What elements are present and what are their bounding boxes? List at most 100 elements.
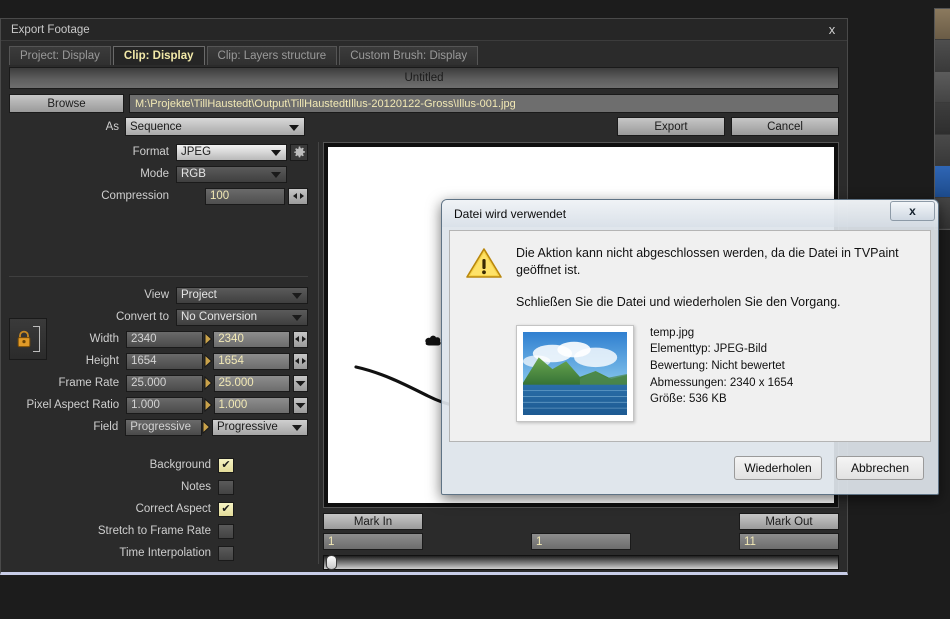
tool-palette-cell[interactable] [935, 71, 950, 104]
mark-value-row: 1 1 11 [323, 533, 839, 550]
tab-strip: Project: Display Clip: Display Clip: Lay… [1, 41, 847, 65]
pixel-aspect-dropdown[interactable] [293, 396, 308, 414]
pixel-aspect-ratio-row: Pixel Aspect Ratio 1.000 1.000 [1, 395, 318, 415]
lock-icon[interactable] [9, 318, 47, 360]
convert-to-dropdown[interactable]: No Conversion [176, 308, 308, 326]
arrow-right-icon [202, 420, 212, 434]
mark-out-input[interactable]: 11 [739, 533, 839, 550]
view-label: View [144, 289, 169, 301]
frame-rate-label: Frame Rate [58, 377, 120, 389]
mark-in-input[interactable]: 1 [323, 533, 423, 550]
abort-button[interactable]: Abbrechen [836, 456, 924, 480]
tab-clip-layers-structure[interactable]: Clip: Layers structure [206, 46, 338, 65]
tool-palette-cell[interactable] [935, 40, 950, 72]
tool-palette-cell[interactable] [935, 134, 950, 167]
correct-aspect-checkbox[interactable] [218, 501, 234, 517]
file-size: Größe: 536 KB [650, 393, 727, 406]
mark-out-button[interactable]: Mark Out [739, 513, 839, 530]
lock-bracket [33, 326, 40, 352]
file-dimensions: Abmessungen: 2340 x 1654 [650, 376, 794, 389]
field-label: Field [93, 421, 119, 433]
tool-palette-cell[interactable] [935, 9, 950, 41]
dialog-texts: Die Aktion kann nicht abgeschlossen werd… [516, 245, 914, 309]
timeline-slider[interactable] [323, 555, 839, 570]
timeline-thumb[interactable] [326, 555, 337, 570]
compression-input[interactable]: 100 [205, 187, 285, 205]
field-source-value: Progressive [125, 418, 202, 436]
field-dropdown[interactable]: Progressive [212, 418, 308, 436]
as-dropdown-value: Sequence [130, 120, 182, 133]
cancel-button[interactable]: Cancel [731, 117, 839, 136]
tool-palette-sliver[interactable] [934, 8, 950, 230]
file-metadata: temp.jpg Elementtyp: JPEG-Bild Bewertung… [650, 325, 793, 422]
tool-palette-cell[interactable] [935, 103, 950, 135]
field-value: Progressive [217, 421, 278, 433]
tool-palette-cell[interactable] [935, 166, 950, 198]
pixel-aspect-input[interactable]: 1.000 [213, 396, 291, 414]
section-divider [9, 276, 308, 277]
path-row: Browse M:\Projekte\TillHaustedt\Output\T… [9, 94, 839, 113]
warning-triangle-icon [466, 245, 502, 309]
frame-rate-dropdown[interactable] [293, 374, 308, 392]
background-label: Background [149, 459, 211, 471]
file-info-block: temp.jpg Elementtyp: JPEG-Bild Bewertung… [466, 324, 914, 422]
mode-value: RGB [181, 168, 206, 180]
dialog-titlebar: Datei wird verwendet x [442, 200, 938, 227]
chevron-down-icon [271, 150, 281, 156]
height-input[interactable]: 1654 [213, 352, 290, 370]
window-title: Export Footage [11, 23, 90, 36]
mode-row: Mode RGB [1, 164, 318, 184]
retry-button[interactable]: Wiederholen [734, 456, 822, 480]
frame-rate-row: Frame Rate 25.000 25.000 [1, 373, 318, 393]
close-icon[interactable]: x [823, 23, 841, 36]
convert-to-value: No Conversion [181, 311, 258, 323]
width-input[interactable]: 2340 [213, 330, 290, 348]
tab-clip-display[interactable]: Clip: Display [112, 46, 205, 65]
background-checkbox[interactable] [218, 457, 234, 473]
background-row: Background [1, 455, 318, 475]
dialog-body: Die Aktion kann nicht abgeschlossen werd… [449, 230, 931, 442]
arrow-right-icon [203, 332, 214, 346]
mode-dropdown[interactable]: RGB [176, 165, 287, 183]
dialog-title: Datei wird verwendet [454, 206, 567, 221]
file-name: temp.jpg [650, 326, 695, 339]
view-row: View Project [1, 285, 318, 305]
format-dropdown[interactable]: JPEG [176, 143, 287, 161]
window-titlebar: Export Footage x [1, 19, 847, 41]
tab-custom-brush-display[interactable]: Custom Brush: Display [339, 46, 479, 65]
gear-icon[interactable] [290, 143, 308, 161]
stretch-to-frame-rate-checkbox[interactable] [218, 523, 234, 539]
view-value: Project [181, 289, 217, 301]
arrow-right-icon [203, 376, 214, 390]
file-thumbnail [516, 324, 634, 422]
height-stepper[interactable] [293, 352, 308, 370]
mark-button-row: Mark In Mark Out [323, 513, 839, 530]
correct-aspect-label: Correct Aspect [135, 503, 211, 515]
as-dropdown[interactable]: Sequence [125, 117, 305, 136]
options-checkbox-group: Background Notes Correct Aspect Stretch … [1, 455, 318, 563]
width-stepper[interactable] [293, 330, 308, 348]
convert-to-row: Convert to No Conversion [1, 307, 318, 327]
file-in-use-dialog: Datei wird verwendet x Die Aktion kann n… [441, 199, 939, 495]
arrow-right-icon [203, 398, 214, 412]
tab-project-display[interactable]: Project: Display [9, 46, 111, 65]
notes-checkbox[interactable] [218, 479, 234, 495]
view-dropdown[interactable]: Project [176, 286, 308, 304]
correct-aspect-row: Correct Aspect [1, 499, 318, 519]
format-value: JPEG [181, 146, 212, 158]
current-frame-input[interactable]: 1 [531, 533, 631, 550]
thumbnail-image [523, 331, 627, 415]
pixel-aspect-ratio-label: Pixel Aspect Ratio [26, 399, 120, 411]
output-path-field[interactable]: M:\Projekte\TillHaustedt\Output\TillHaus… [129, 94, 839, 113]
browse-button[interactable]: Browse [9, 94, 124, 113]
width-source-value: 2340 [126, 330, 203, 348]
time-interpolation-checkbox[interactable] [218, 545, 234, 561]
export-button[interactable]: Export [617, 117, 725, 136]
compression-stepper[interactable] [288, 187, 308, 205]
chevron-down-icon [292, 293, 302, 299]
width-row: Width 2340 2340 [1, 329, 318, 349]
mark-in-button[interactable]: Mark In [323, 513, 423, 530]
frame-rate-input[interactable]: 25.000 [213, 374, 291, 392]
dialog-close-icon[interactable]: x [890, 201, 935, 221]
chevron-down-icon [292, 315, 302, 321]
